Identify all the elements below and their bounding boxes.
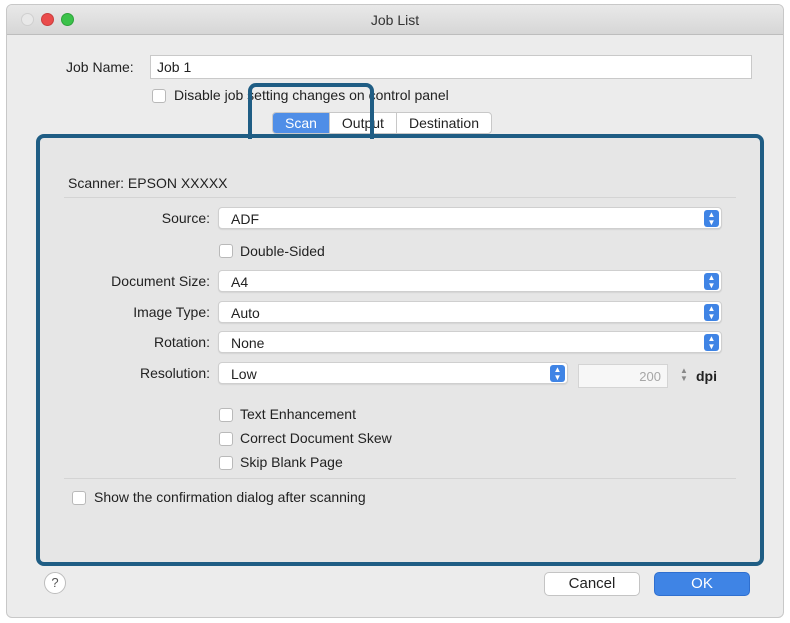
image-type-value: Auto	[231, 305, 260, 321]
chevron-up-down-icon: ▲ ▼	[704, 273, 719, 290]
resolution-value: Low	[231, 366, 257, 382]
image-type-label: Image Type:	[133, 304, 210, 320]
chevron-up-down-icon: ▲ ▼	[704, 210, 719, 227]
document-size-value: A4	[231, 274, 249, 290]
job-name-label: Job Name:	[66, 59, 134, 75]
double-sided-checkbox[interactable]	[219, 244, 233, 258]
tab-destination[interactable]: Destination	[397, 113, 491, 133]
text-enhancement-checkbox[interactable]	[219, 408, 233, 422]
source-value: ADF	[231, 211, 259, 227]
show-confirmation-label: Show the confirmation dialog after scann…	[94, 489, 366, 505]
resolution-label: Resolution:	[139, 365, 210, 381]
text-enhancement-label: Text Enhancement	[240, 406, 356, 422]
divider	[64, 478, 736, 479]
document-size-select[interactable]: A4 ▲ ▼	[218, 270, 722, 292]
ok-button[interactable]: OK	[654, 572, 750, 596]
window-title: Job List	[370, 12, 420, 28]
rotation-label: Rotation:	[153, 334, 210, 350]
show-confirmation-checkbox[interactable]	[72, 491, 86, 505]
resolution-select[interactable]: Low ▲ ▼	[218, 362, 568, 384]
job-name-field[interactable]: Job 1	[150, 55, 752, 79]
image-type-select[interactable]: Auto ▲ ▼	[218, 301, 722, 323]
rotation-value: None	[231, 335, 265, 351]
correct-skew-label: Correct Document Skew	[240, 430, 392, 446]
divider	[64, 197, 736, 198]
dpi-unit-label: dpi	[696, 368, 717, 384]
document-size-label: Document Size:	[111, 273, 210, 289]
source-select[interactable]: ADF ▲ ▼	[218, 207, 722, 229]
source-label: Source:	[161, 210, 210, 226]
chevron-up-down-icon: ▲ ▼	[550, 365, 565, 382]
help-button[interactable]: ?	[44, 572, 66, 594]
chevron-up-down-icon: ▲ ▼	[704, 334, 719, 351]
double-sided-label: Double-Sided	[240, 243, 325, 259]
tab-highlight-frame	[248, 83, 374, 139]
disable-job-setting-checkbox[interactable]	[152, 89, 166, 103]
dpi-field[interactable]: 200	[578, 364, 668, 388]
skip-blank-page-checkbox[interactable]	[219, 456, 233, 470]
correct-skew-checkbox[interactable]	[219, 432, 233, 446]
chevron-up-down-icon: ▲ ▼	[704, 304, 719, 321]
skip-blank-page-label: Skip Blank Page	[240, 454, 343, 470]
rotation-select[interactable]: None ▲ ▼	[218, 331, 722, 353]
dpi-stepper-icon[interactable]: ▲ ▼	[678, 367, 690, 385]
title-bar: Job List	[7, 5, 783, 35]
scanner-name-label: Scanner: EPSON XXXXX	[68, 175, 228, 191]
cancel-button[interactable]: Cancel	[544, 572, 640, 596]
